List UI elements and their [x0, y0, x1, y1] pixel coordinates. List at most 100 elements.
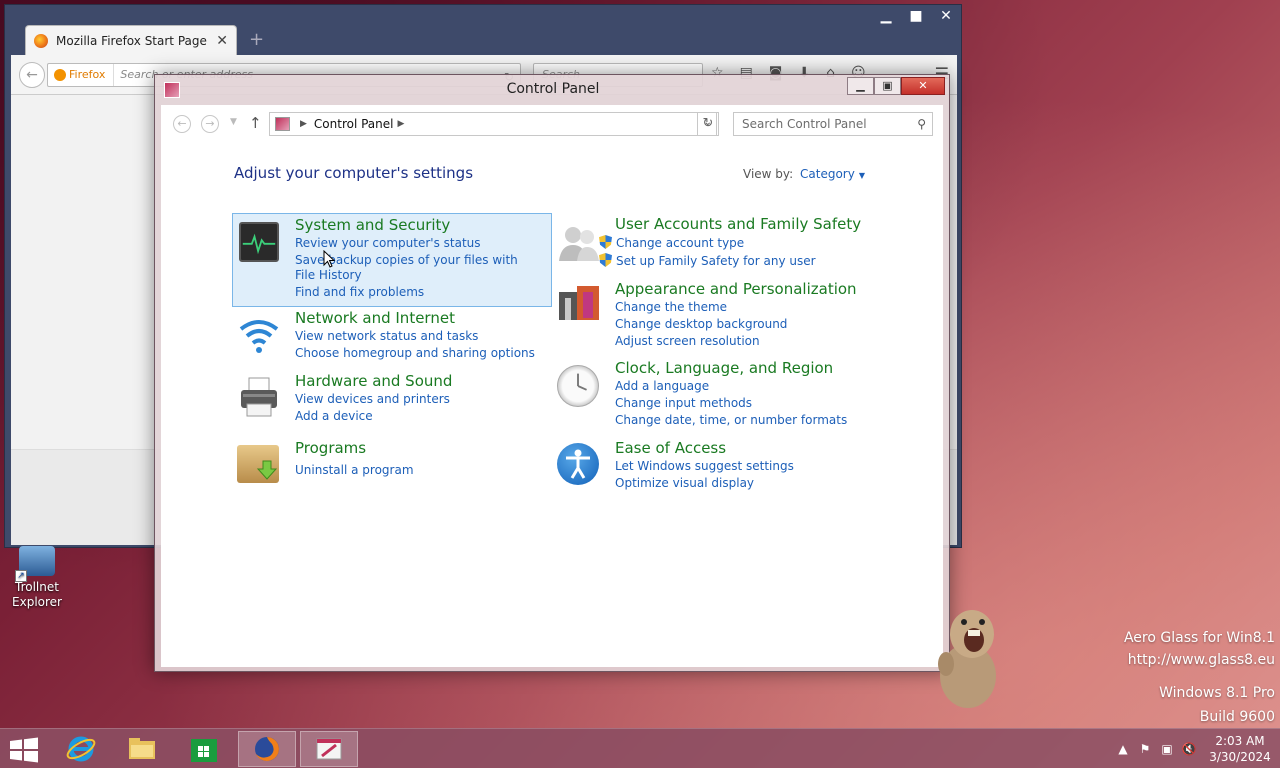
breadcrumb-control-panel[interactable]: Control Panel: [314, 117, 394, 131]
watermark-build: Build 9600: [1199, 709, 1275, 725]
network-wifi-icon: [237, 313, 281, 357]
category-title[interactable]: Hardware and Sound: [295, 372, 452, 390]
navigation-bar: ← → ▼ ↑ ▶ Control Panel ▶ ⌄ ↻ Search Con…: [161, 105, 943, 141]
category-link[interactable]: Let Windows suggest settings: [615, 459, 794, 474]
chevron-down-icon: ▼: [858, 171, 865, 180]
refresh-icon[interactable]: ↻: [697, 112, 719, 136]
recent-locations-dropdown-icon[interactable]: ▼: [230, 117, 237, 127]
category-link[interactable]: Optimize visual display: [615, 476, 754, 491]
firefox-tab-bar: Mozilla Firefox Start Page ✕ +: [5, 21, 961, 55]
firefox-icon: [255, 737, 279, 761]
system-tray: ▲ ⚑ ▣ 🔇 2:03 AM 3/30/2024: [1112, 729, 1280, 768]
search-icon[interactable]: ⚲: [917, 113, 926, 135]
forward-arrow-icon[interactable]: →: [201, 115, 219, 133]
address-bar[interactable]: ▶ Control Panel ▶ ⌄: [269, 112, 717, 136]
taskbar: ▲ ⚑ ▣ 🔇 2:03 AM 3/30/2024: [0, 728, 1280, 768]
category-link[interactable]: Choose homegroup and sharing options: [295, 346, 535, 361]
breadcrumb-separator-icon[interactable]: ▶: [300, 119, 307, 129]
uac-shield-icon: [599, 253, 612, 267]
firefox-identity-box[interactable]: Firefox: [54, 64, 105, 86]
category-link[interactable]: Add a device: [295, 409, 373, 424]
category-ease-of-access[interactable]: Ease of Access Let Windows suggest setti…: [553, 437, 873, 491]
search-control-panel-placeholder: Search Control Panel: [742, 117, 867, 131]
category-title[interactable]: Clock, Language, and Region: [615, 359, 833, 377]
category-network-and-internet[interactable]: Network and Internet View network status…: [233, 307, 553, 361]
category-title[interactable]: Appearance and Personalization: [615, 280, 857, 298]
view-by-value: Category: [800, 167, 855, 181]
category-link[interactable]: Uninstall a program: [295, 463, 414, 478]
category-link-with-shield[interactable]: Change account type: [599, 235, 744, 251]
category-appearance-and-personalization[interactable]: Appearance and Personalization Change th…: [553, 278, 873, 350]
users-icon: [557, 221, 601, 265]
folder-icon: [129, 738, 155, 759]
close-button[interactable]: ✕: [901, 77, 945, 95]
taskbar-internet-explorer[interactable]: [52, 731, 110, 767]
category-title[interactable]: System and Security: [295, 216, 450, 234]
category-title[interactable]: Programs: [295, 439, 366, 457]
category-link[interactable]: Change input methods: [615, 396, 752, 411]
action-center-flag-icon[interactable]: ⚑: [1134, 742, 1156, 756]
show-hidden-icons-chevron-icon[interactable]: ▲: [1112, 742, 1134, 756]
category-link[interactable]: Adjust screen resolution: [615, 334, 760, 349]
volume-muted-icon[interactable]: 🔇: [1178, 742, 1200, 756]
maximize-button[interactable]: ▣: [874, 77, 901, 95]
category-link[interactable]: Find and fix problems: [295, 285, 424, 300]
shortcut-arrow-icon: ↗: [15, 570, 27, 582]
search-control-panel-input[interactable]: Search Control Panel ⚲: [733, 112, 933, 136]
category-title[interactable]: Ease of Access: [615, 439, 726, 457]
store-icon: [191, 739, 217, 762]
control-panel-body: ← → ▼ ↑ ▶ Control Panel ▶ ⌄ ↻ Search Con…: [161, 105, 943, 667]
watermark-url: http://www.glass8.eu: [1127, 652, 1275, 668]
new-tab-icon[interactable]: +: [249, 29, 264, 50]
back-arrow-icon[interactable]: ←: [173, 115, 191, 133]
category-link[interactable]: Change date, time, or number formats: [615, 413, 847, 428]
uac-shield-icon: [599, 235, 612, 249]
firefox-identity-label: Firefox: [69, 68, 106, 81]
category-system-and-security[interactable]: System and Security Review your computer…: [232, 213, 552, 307]
category-link[interactable]: Review your computer's status: [295, 236, 481, 251]
up-arrow-icon[interactable]: ↑: [249, 114, 262, 132]
firefox-tab[interactable]: Mozilla Firefox Start Page ✕: [25, 25, 237, 55]
category-link[interactable]: Change the theme: [615, 300, 727, 315]
control-panel-window[interactable]: Control Panel ▁ ▣ ✕ ← → ▼ ↑ ▶ Control Pa…: [154, 74, 950, 672]
category-link[interactable]: Change desktop background: [615, 317, 787, 332]
category-hardware-and-sound[interactable]: Hardware and Sound View devices and prin…: [233, 370, 553, 424]
taskbar-firefox[interactable]: [238, 731, 296, 767]
appearance-icon: [557, 282, 601, 326]
category-link-text[interactable]: Change account type: [616, 236, 744, 250]
firefox-logo-icon: [54, 69, 66, 81]
control-panel-address-icon: [275, 117, 290, 131]
category-clock-language-region[interactable]: Clock, Language, and Region Add a langua…: [553, 357, 873, 429]
page-title: Adjust your computer's settings: [234, 164, 474, 182]
category-link[interactable]: View devices and printers: [295, 392, 450, 407]
desktop-icon-label-line1: Trollnet: [15, 580, 59, 594]
category-link-text[interactable]: Set up Family Safety for any user: [616, 254, 816, 268]
taskbar-store[interactable]: [175, 731, 233, 767]
network-icon[interactable]: ▣: [1156, 742, 1178, 756]
breadcrumb-separator-icon[interactable]: ▶: [398, 119, 405, 129]
accessibility-icon: [557, 443, 599, 485]
category-user-accounts[interactable]: User Accounts and Family Safety Change a…: [553, 213, 873, 269]
firefox-favicon-icon: [34, 33, 48, 48]
minimize-button[interactable]: ▁: [847, 77, 874, 95]
category-link[interactable]: View network status and tasks: [295, 329, 478, 344]
category-title[interactable]: Network and Internet: [295, 309, 455, 327]
desktop-icon-label-line2: Explorer: [12, 595, 62, 609]
taskbar-control-panel[interactable]: [300, 731, 358, 767]
view-by-dropdown[interactable]: Category ▼: [800, 167, 865, 181]
close-icon[interactable]: ✕: [216, 33, 228, 49]
category-programs[interactable]: Programs Uninstall a program: [233, 437, 553, 489]
view-by-label: View by:: [743, 167, 794, 181]
printer-icon: [237, 376, 281, 420]
category-title[interactable]: User Accounts and Family Safety: [615, 215, 861, 233]
category-link[interactable]: Add a language: [615, 379, 709, 394]
back-button[interactable]: ←: [19, 62, 45, 88]
category-link-with-shield[interactable]: Set up Family Safety for any user: [599, 253, 816, 269]
caption-buttons: ▁ ▣ ✕: [847, 77, 945, 95]
internet-explorer-icon: [66, 736, 96, 762]
watermark-windows-edition: Windows 8.1 Pro: [1159, 685, 1275, 701]
taskbar-file-explorer[interactable]: [113, 731, 171, 767]
windows-start-icon[interactable]: [8, 737, 40, 763]
taskbar-clock[interactable]: 2:03 AM 3/30/2024: [1200, 733, 1280, 765]
desktop-icon-trollnet-explorer[interactable]: ↗ Trollnet Explorer: [6, 546, 68, 610]
